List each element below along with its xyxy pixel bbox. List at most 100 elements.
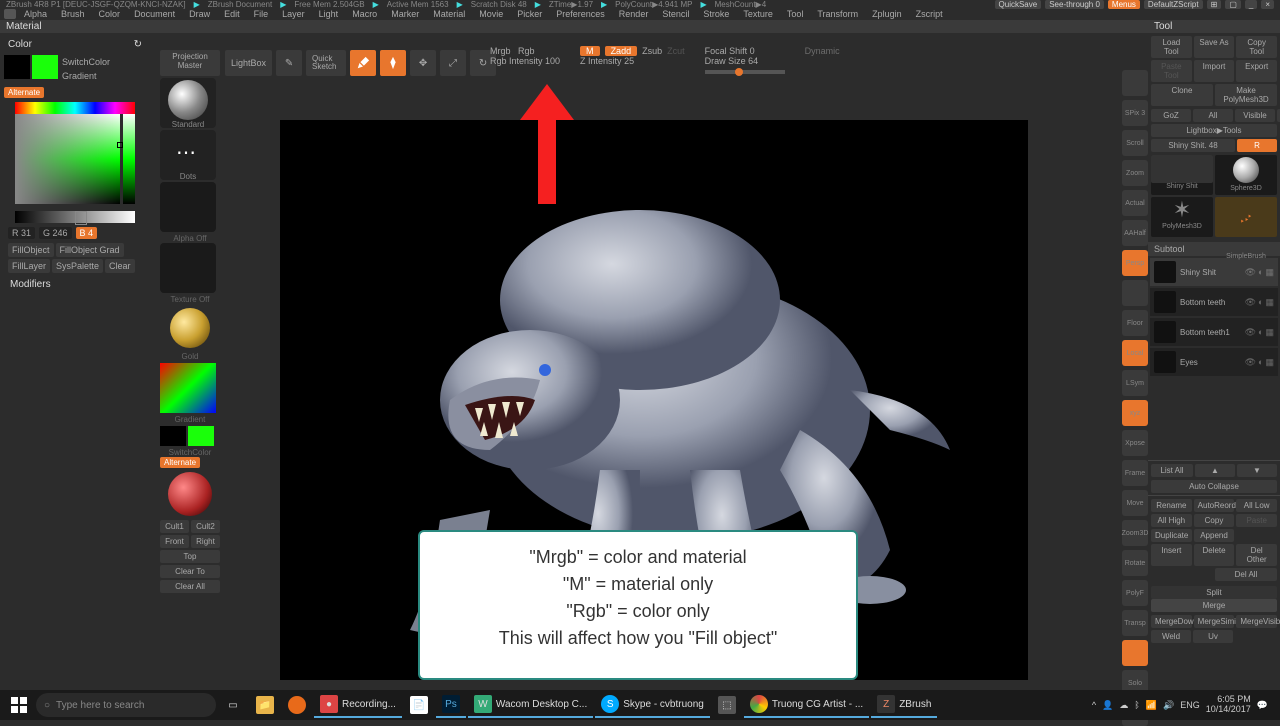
menu-item[interactable]: Light (313, 9, 345, 19)
saveas-button[interactable]: Save As (1194, 36, 1235, 58)
rstrip-zoom[interactable]: Zoom (1122, 160, 1148, 186)
rstrip-aahalf[interactable]: AAHalf (1122, 220, 1148, 246)
menu-item[interactable]: Texture (737, 9, 779, 19)
autocollapse-button[interactable]: Auto Collapse (1151, 480, 1277, 493)
taskbar-item[interactable]: ⬚ (712, 692, 742, 718)
swatch-bg[interactable] (160, 426, 186, 446)
clear-button[interactable]: Clear (105, 259, 135, 273)
menu-item[interactable]: Macro (346, 9, 383, 19)
menu-item[interactable]: Transform (811, 9, 864, 19)
split-section[interactable]: Split (1151, 586, 1277, 599)
delete-button[interactable]: Delete (1194, 544, 1235, 566)
clock[interactable]: 6:05 PM 10/14/2017 (1206, 695, 1251, 715)
clone-button[interactable]: Clone (1151, 84, 1213, 106)
top-button[interactable]: Top (160, 550, 220, 563)
menu-item[interactable]: Color (93, 9, 127, 19)
swatch-fg[interactable] (188, 426, 214, 446)
swatch-fg[interactable] (32, 55, 58, 79)
menu-item[interactable]: Movie (473, 9, 509, 19)
fillobject-button[interactable]: FillObject (8, 243, 54, 257)
export-button[interactable]: Export (1236, 60, 1277, 82)
zbrush-button[interactable]: ZZBrush (871, 692, 937, 718)
weld-button[interactable]: Weld (1151, 630, 1191, 643)
pastetool-button[interactable]: Paste Tool (1151, 60, 1192, 82)
dynamic-label[interactable]: Dynamic (805, 46, 840, 56)
menu-item[interactable]: Stroke (697, 9, 735, 19)
window-icon[interactable]: _ (1245, 0, 1257, 9)
mergesimilar-button[interactable]: MergeSimilar (1194, 615, 1235, 628)
rstrip-transp[interactable]: Transp (1122, 610, 1148, 636)
gray-ramp[interactable] (15, 211, 135, 223)
rstrip-polyf[interactable]: PolyF (1122, 580, 1148, 606)
clearto-button[interactable]: Clear To (160, 565, 220, 578)
scale-button[interactable]: ⤢ (440, 50, 466, 76)
texture-slot[interactable] (160, 243, 216, 293)
edit-button[interactable] (350, 50, 376, 76)
menu-item[interactable]: Document (128, 9, 181, 19)
menu-item[interactable]: Alpha (18, 9, 53, 19)
swatch-bg[interactable] (4, 55, 30, 79)
tool-thumb[interactable]: ࿚SimpleBrush (1215, 197, 1277, 237)
switchcolor-button[interactable]: SwitchColor (60, 55, 146, 69)
subtool-item[interactable]: Eyes👁◐▦ (1150, 348, 1278, 376)
delother-button[interactable]: Del Other (1236, 544, 1277, 566)
goz-button[interactable]: GoZ (1151, 109, 1191, 122)
taskbar-item[interactable]: 📄 (404, 692, 434, 718)
mergevisible-button[interactable]: MergeVisible (1236, 615, 1277, 628)
menu-item[interactable]: Zplugin (866, 9, 908, 19)
firefox-button[interactable] (282, 692, 312, 718)
menus-button[interactable]: Menus (1108, 0, 1140, 9)
menu-item[interactable]: Render (613, 9, 655, 19)
filllayer-button[interactable]: FillLayer (8, 259, 50, 273)
insert-button[interactable]: Insert (1151, 544, 1192, 566)
merge-section[interactable]: Merge (1151, 599, 1277, 612)
explorer-button[interactable]: 📁 (250, 692, 280, 718)
draw-button[interactable] (380, 50, 406, 76)
color-r[interactable]: R 31 (8, 227, 35, 239)
tool-thumb[interactable]: Sphere3D (1215, 155, 1277, 195)
rstrip-frame[interactable]: Frame (1122, 460, 1148, 486)
projection-master-button[interactable]: ProjectionMaster (160, 50, 220, 76)
mini-picker[interactable] (160, 363, 216, 413)
photoshop-button[interactable]: Ps (436, 692, 466, 718)
tool-thumb[interactable]: Shiny Shit (1151, 155, 1213, 195)
menu-item[interactable]: Draw (183, 9, 216, 19)
tool-thumb[interactable]: ✶PolyMesh3D (1151, 197, 1213, 237)
sketch-icon[interactable]: ✎ (276, 50, 302, 76)
rstrip-mat[interactable] (1122, 640, 1148, 666)
m-button[interactable]: M (580, 46, 600, 56)
rstrip-zoom3d[interactable]: Zoom3D (1122, 520, 1148, 546)
rstrip-bg[interactable] (1122, 280, 1148, 306)
seethrough-button[interactable]: See-through 0 (1045, 0, 1104, 9)
close-icon[interactable]: × (1261, 0, 1274, 9)
clearall-button[interactable]: Clear All (160, 580, 220, 593)
copytool-button[interactable]: Copy Tool (1236, 36, 1277, 58)
defaultzscript-button[interactable]: DefaultZScript (1144, 0, 1203, 9)
subtool-item[interactable]: Bottom teeth1👁◐▦ (1150, 318, 1278, 346)
taskbar-item[interactable]: ●Recording... (314, 692, 402, 718)
copy-button[interactable]: Copy (1194, 514, 1235, 527)
material-preview[interactable] (168, 472, 212, 516)
draw-size-slider[interactable] (705, 70, 785, 74)
rstrip-lsym[interactable]: LSym (1122, 370, 1148, 396)
focal-shift[interactable]: Focal Shift 0 (705, 46, 785, 56)
current-tool[interactable]: Shiny Shit. 48 (1151, 139, 1235, 152)
stroke-slot[interactable]: Dots (160, 130, 216, 180)
alpha-slot[interactable] (160, 182, 216, 232)
rstrip-move[interactable]: Move (1122, 490, 1148, 516)
menu-item[interactable]: Preferences (550, 9, 611, 19)
home-icon[interactable] (4, 9, 16, 19)
search-input[interactable]: ○ Type here to search (36, 693, 216, 717)
menu-item[interactable]: Picker (511, 9, 548, 19)
syspalette-button[interactable]: SysPalette (52, 259, 103, 273)
rstrip-persp[interactable]: Persp (1122, 250, 1148, 276)
fillobject-grad-button[interactable]: FillObject Grad (56, 243, 124, 257)
quicksketch-button[interactable]: Quick Sketch (306, 50, 346, 76)
taskview-button[interactable]: ▭ (218, 692, 248, 718)
lightbox-button[interactable]: LightBox (225, 50, 272, 76)
modifiers-section[interactable]: Modifiers (10, 279, 140, 290)
makepolymesh-button[interactable]: Make PolyMesh3D (1215, 84, 1277, 106)
brush-slot[interactable]: Standard (160, 78, 216, 128)
rstrip-xyz[interactable]: xyz (1122, 400, 1148, 426)
color-g[interactable]: G 246 (39, 227, 72, 239)
